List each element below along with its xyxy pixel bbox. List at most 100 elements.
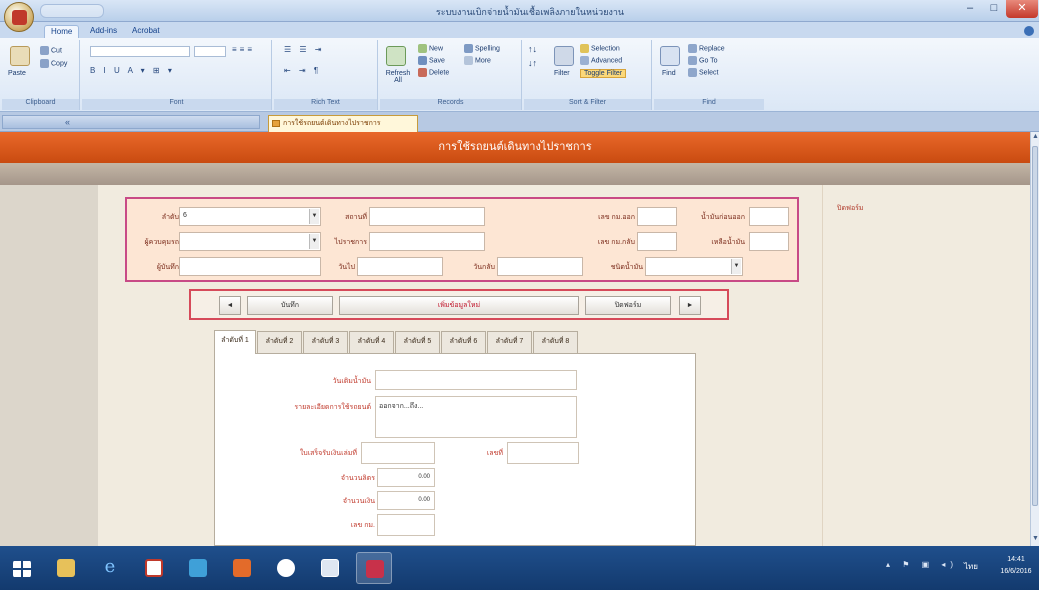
mileage-in-field[interactable] xyxy=(637,232,677,251)
font-size-combo[interactable] xyxy=(194,46,226,57)
tab-record-8[interactable]: ลำดับที่ 8 xyxy=(533,331,578,353)
tab-record-1[interactable]: ลำดับที่ 1 xyxy=(214,330,256,354)
paint-icon xyxy=(321,559,339,577)
replace-icon xyxy=(688,44,697,53)
tab-record-6[interactable]: ลำดับที่ 6 xyxy=(441,331,486,353)
tab-acrobat[interactable]: Acrobat xyxy=(126,25,166,38)
place-field[interactable] xyxy=(369,207,485,226)
close-button[interactable]: ✕ xyxy=(1006,0,1038,18)
vertical-scrollbar[interactable]: ▲ ▼ xyxy=(1030,132,1039,546)
date-back-field[interactable] xyxy=(497,257,583,276)
driver-combo[interactable]: ▼ xyxy=(179,232,321,251)
media-button[interactable] xyxy=(180,552,216,584)
date-go-field[interactable] xyxy=(357,257,443,276)
tab-record-7[interactable]: ลำดับที่ 7 xyxy=(487,331,532,353)
tab-add-ins[interactable]: Add-ins xyxy=(84,25,123,38)
find-button[interactable]: Find xyxy=(662,70,676,77)
fuel-in-label: เหลือน้ำมัน xyxy=(711,239,745,246)
scroll-up-icon[interactable]: ▲ xyxy=(1032,133,1039,140)
record-combo[interactable]: 6 ▼ xyxy=(179,207,321,226)
refresh-all-button[interactable]: Refresh All xyxy=(382,70,414,84)
chevron-icon[interactable]: « xyxy=(65,117,70,127)
maximize-button[interactable]: □ xyxy=(982,0,1006,18)
file-explorer-button[interactable] xyxy=(48,552,84,584)
clipboard-group: Paste Cut Copy Clipboard xyxy=(2,40,80,110)
system-tray[interactable]: ▴ ⚑ ▣ ◂) xyxy=(886,560,958,569)
dropdown-arrow-icon[interactable]: ▼ xyxy=(309,234,319,249)
save-record-button[interactable]: Save xyxy=(418,56,445,65)
format-buttons[interactable]: B I U A ▾ ⊞ ▾ xyxy=(90,66,175,78)
copy-icon xyxy=(40,59,49,68)
list-buttons[interactable]: ☰ ☰ ⇥ xyxy=(284,45,325,57)
fill-date-field[interactable] xyxy=(375,370,577,390)
sort-ascending-button[interactable]: ↑↓ xyxy=(528,44,537,54)
internet-explorer-button[interactable]: e xyxy=(92,552,128,584)
refresh-icon xyxy=(386,46,406,66)
acrobat-button[interactable] xyxy=(136,552,172,584)
usage-textarea[interactable]: ออกจาก...ถึง... xyxy=(375,396,577,438)
delete-record-button[interactable]: Delete xyxy=(418,68,449,77)
form-header: การใช้รถยนต์เดินทางไปราชการ xyxy=(0,132,1030,163)
help-icon[interactable] xyxy=(1024,26,1034,36)
access-active-button[interactable] xyxy=(356,552,392,584)
add-new-record-button[interactable]: เพิ่มข้อมูลใหม่ xyxy=(339,296,579,315)
replace-button[interactable]: Replace xyxy=(688,44,725,53)
tab-record-2[interactable]: ลำดับที่ 2 xyxy=(257,331,302,353)
receipt-number-field[interactable] xyxy=(507,442,579,464)
quick-access-toolbar[interactable] xyxy=(40,4,104,18)
next-record-button[interactable]: ► xyxy=(679,296,701,315)
tab-record-5[interactable]: ลำดับที่ 5 xyxy=(395,331,440,353)
km-field[interactable] xyxy=(377,514,435,536)
sort-filter-group-label: Sort & Filter xyxy=(524,99,651,110)
record-tab-page: วันเติมน้ำมัน รายละเอียดการใช้รถยนต์ ออก… xyxy=(214,353,696,546)
start-button[interactable] xyxy=(4,552,40,584)
paint-button[interactable] xyxy=(312,552,348,584)
more-icon xyxy=(464,56,473,65)
receipt-book-field[interactable] xyxy=(361,442,435,464)
document-tab[interactable]: การใช้รถยนต์เดินทางไปราชการ xyxy=(268,115,418,132)
selection-button[interactable]: Selection xyxy=(580,44,620,53)
reporter-field[interactable] xyxy=(179,257,321,276)
toggle-filter-button[interactable]: Toggle Filter xyxy=(580,69,627,78)
fuel-out-field[interactable] xyxy=(749,207,789,226)
paste-button[interactable]: Paste xyxy=(8,70,26,77)
tab-home[interactable]: Home xyxy=(44,25,80,38)
tab-record-4[interactable]: ลำดับที่ 4 xyxy=(349,331,394,353)
more-button[interactable]: More xyxy=(464,56,491,65)
close-form-link[interactable]: ปิดฟอร์ม xyxy=(837,203,864,214)
sort-descending-button[interactable]: ↓↑ xyxy=(528,58,537,68)
indent-buttons[interactable]: ⇤ ⇥ ¶ xyxy=(284,66,321,78)
filter-button[interactable]: Filter xyxy=(554,70,570,77)
save-button[interactable]: บันทึก xyxy=(247,296,333,315)
purpose-field[interactable] xyxy=(369,232,485,251)
align-buttons[interactable]: ≡≡≡ xyxy=(232,45,255,57)
copy-button[interactable]: Copy xyxy=(40,59,67,68)
tab-record-3[interactable]: ลำดับที่ 3 xyxy=(303,331,348,353)
close-form-button[interactable]: ปิดฟอร์ม xyxy=(585,296,671,315)
scroll-down-icon[interactable]: ▼ xyxy=(1032,535,1039,542)
spelling-button[interactable]: Spelling xyxy=(464,44,500,53)
advanced-button[interactable]: Advanced xyxy=(580,56,622,65)
office-button[interactable] xyxy=(4,2,34,32)
minimize-button[interactable]: – xyxy=(958,0,982,18)
scroll-thumb[interactable] xyxy=(1032,146,1038,506)
fuel-type-combo[interactable]: ▼ xyxy=(645,257,743,276)
fuel-in-field[interactable] xyxy=(749,232,789,251)
clock[interactable]: 14:41 16/6/2016 xyxy=(996,554,1036,578)
amount-field[interactable]: 0.00 xyxy=(377,491,435,510)
fuel-out-label: น้ำมันก่อนออก xyxy=(701,214,745,221)
dropdown-arrow-icon[interactable]: ▼ xyxy=(731,259,741,274)
language-indicator[interactable]: ไทย xyxy=(964,560,978,573)
font-name-combo[interactable] xyxy=(90,46,190,57)
dropdown-arrow-icon[interactable]: ▼ xyxy=(309,209,319,224)
media-player-button[interactable] xyxy=(268,552,304,584)
cut-button[interactable]: Cut xyxy=(40,46,62,55)
goto-button[interactable]: Go To xyxy=(688,56,718,65)
new-record-button[interactable]: New xyxy=(418,44,443,53)
access-taskbar-button[interactable] xyxy=(224,552,260,584)
previous-record-button[interactable]: ◄ xyxy=(219,296,241,315)
liters-field[interactable]: 0.00 xyxy=(377,468,435,487)
navigation-pane-bar[interactable]: « xyxy=(2,115,260,129)
mileage-out-field[interactable] xyxy=(637,207,677,226)
select-button[interactable]: Select xyxy=(688,68,718,77)
